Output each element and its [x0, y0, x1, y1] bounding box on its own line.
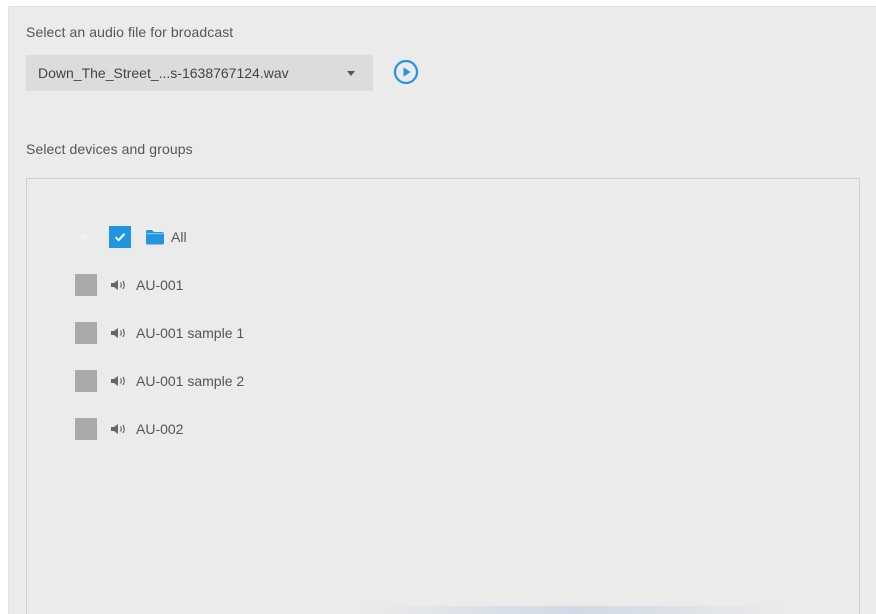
audio-file-selected-value: Down_The_Street_...s-1638767124.wav [38, 65, 289, 81]
expand-arrow-icon[interactable] [82, 233, 87, 241]
checkbox-au-001-sample-2[interactable] [75, 370, 97, 392]
chevron-down-icon [347, 71, 355, 76]
tree-item-au-002[interactable]: AU-002 [75, 417, 183, 441]
audio-file-label: Select an audio file for broadcast [26, 24, 234, 40]
tree-item-label: AU-001 sample 1 [136, 325, 245, 341]
tree-item-au-001[interactable]: AU-001 [75, 273, 183, 297]
speaker-icon [111, 280, 125, 290]
speaker-icon [111, 328, 125, 338]
tree-item-label: AU-001 sample 2 [136, 373, 245, 389]
broadcast-panel: Select an audio file for broadcast Down_… [8, 6, 876, 614]
check-icon [114, 233, 126, 242]
tree-item-all[interactable]: All [109, 225, 187, 249]
audio-file-select[interactable]: Down_The_Street_...s-1638767124.wav [26, 55, 373, 91]
checkbox-au-001-sample-1[interactable] [75, 322, 97, 344]
checkbox-au-001[interactable] [75, 274, 97, 296]
tree-item-label: AU-001 [136, 277, 184, 293]
speaker-icon [111, 424, 125, 434]
tree-item-label: All [171, 229, 187, 245]
checkbox-au-002[interactable] [75, 418, 97, 440]
play-circle-icon[interactable] [393, 59, 419, 85]
speaker-icon [111, 376, 125, 386]
tree-item-au-001-sample-2[interactable]: AU-001 sample 2 [75, 369, 244, 393]
device-tree: All AU-001 AU-001 sample 1 AU-001 sample… [26, 178, 860, 614]
tree-item-label: AU-002 [136, 421, 184, 437]
tree-item-au-001-sample-1[interactable]: AU-001 sample 1 [75, 321, 244, 345]
checkbox-all[interactable] [109, 226, 131, 248]
devices-groups-label: Select devices and groups [26, 141, 193, 157]
folder-icon [146, 230, 164, 245]
